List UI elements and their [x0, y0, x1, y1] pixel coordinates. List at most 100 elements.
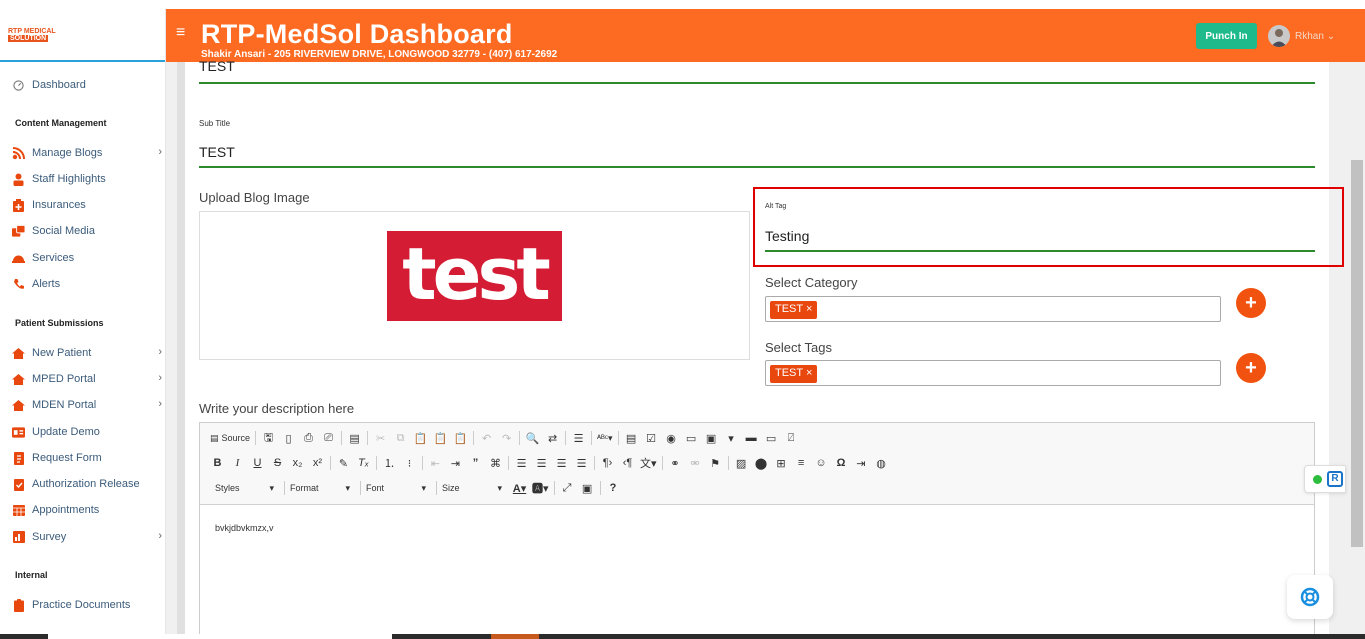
- align-right-icon[interactable]: ☰: [554, 455, 569, 471]
- sidebar-item-new-patient[interactable]: New Patient ›: [12, 344, 164, 362]
- logo-area[interactable]: RTP MEDICAL SOLUTION: [0, 9, 165, 62]
- sidebar-item-insurances[interactable]: Insurances: [12, 196, 164, 214]
- smiley-icon[interactable]: ☺: [814, 455, 829, 471]
- outdent-icon[interactable]: ⇤: [428, 455, 443, 471]
- ltr-icon[interactable]: ¶›: [600, 455, 615, 471]
- avatar[interactable]: [1268, 25, 1290, 47]
- logo[interactable]: RTP MEDICAL SOLUTION: [8, 28, 56, 42]
- blockquote-icon[interactable]: ”: [468, 455, 483, 471]
- size-dropdown[interactable]: Size ▾: [442, 479, 504, 497]
- alt-tag-field[interactable]: Testing: [765, 228, 809, 244]
- page-break-icon[interactable]: ⇥: [854, 455, 869, 471]
- radio-icon[interactable]: ◉: [664, 430, 679, 446]
- maximize-icon[interactable]: ⤢: [560, 480, 575, 496]
- preview-icon[interactable]: ⎙: [301, 430, 316, 446]
- numbered-list-icon[interactable]: ⒈: [382, 455, 397, 471]
- special-char-icon[interactable]: Ω: [834, 455, 849, 471]
- sidebar-item-manage-blogs[interactable]: Manage Blogs ›: [12, 144, 164, 162]
- redo-icon[interactable]: ↷: [499, 430, 514, 446]
- sidebar-item-appointments[interactable]: Appointments: [12, 501, 164, 519]
- category-tag-chip[interactable]: TEST ×: [770, 301, 818, 319]
- bulleted-list-icon[interactable]: ⁝: [402, 455, 417, 471]
- underline-icon[interactable]: U: [250, 455, 265, 471]
- textfield-icon[interactable]: ▭: [684, 430, 699, 446]
- sidebar-item-alerts[interactable]: Alerts: [12, 275, 164, 293]
- strike-icon[interactable]: S: [270, 455, 285, 471]
- sidebar-item-update-demo[interactable]: Update Demo: [12, 423, 164, 441]
- checkbox-icon[interactable]: ☑: [644, 430, 659, 446]
- paste-icon[interactable]: 📋: [413, 430, 428, 446]
- textarea-icon[interactable]: ▣: [704, 430, 719, 446]
- sidebar-item-request-form[interactable]: Request Form: [12, 449, 164, 467]
- save-icon[interactable]: 🖫: [261, 430, 276, 446]
- templates-icon[interactable]: ▤: [347, 430, 362, 446]
- image-icon[interactable]: ▨: [734, 455, 749, 471]
- justify-icon[interactable]: ☰: [574, 455, 589, 471]
- image-upload-area[interactable]: test: [199, 211, 750, 360]
- sidebar-item-services[interactable]: Services: [12, 249, 164, 267]
- format-dropdown[interactable]: Format ▾: [290, 479, 352, 497]
- add-tag-button[interactable]: +: [1236, 353, 1266, 383]
- add-category-button[interactable]: +: [1236, 288, 1266, 318]
- unlink-icon[interactable]: ⚮: [688, 455, 703, 471]
- table-icon[interactable]: ⊞: [774, 455, 789, 471]
- font-dropdown[interactable]: Font ▾: [366, 479, 428, 497]
- flash-icon[interactable]: ⬤: [754, 455, 769, 471]
- hidden-field-icon[interactable]: ⍁: [784, 430, 799, 446]
- sidebar-scrollbar[interactable]: [177, 62, 185, 639]
- print-icon[interactable]: ⎚: [321, 430, 336, 446]
- bold-icon[interactable]: B: [210, 455, 225, 471]
- anchor-icon[interactable]: ⚑: [708, 455, 723, 471]
- hamburger-menu-icon[interactable]: ≡: [176, 24, 185, 42]
- div-icon[interactable]: ⌘: [488, 455, 503, 471]
- source-button[interactable]: ▤ Source: [210, 430, 250, 446]
- styles-dropdown[interactable]: Styles ▾: [210, 479, 276, 497]
- button-field-icon[interactable]: ▬: [744, 430, 759, 446]
- sidebar-item-authorization-release[interactable]: Authorization Release: [12, 475, 164, 493]
- support-button[interactable]: [1287, 575, 1333, 619]
- cut-icon[interactable]: ✂: [373, 430, 388, 446]
- select-all-icon[interactable]: ☰: [571, 430, 586, 446]
- sidebar-item-survey[interactable]: Survey ›: [12, 528, 164, 546]
- tags-tag-chip[interactable]: TEST ×: [770, 365, 818, 383]
- language-icon[interactable]: 文▾: [640, 455, 657, 471]
- floating-status-widget[interactable]: R: [1304, 465, 1346, 493]
- paste-text-icon[interactable]: 📋: [433, 430, 448, 446]
- tags-select[interactable]: TEST ×: [765, 360, 1221, 386]
- copy-icon[interactable]: ⧉: [393, 430, 408, 446]
- text-color-icon[interactable]: A▾: [512, 480, 527, 496]
- subtitle-field[interactable]: TEST: [199, 144, 235, 160]
- bg-color-icon[interactable]: 🅰▾: [532, 480, 549, 496]
- sidebar-item-dashboard[interactable]: Dashboard: [12, 76, 164, 94]
- new-page-icon[interactable]: ▯: [281, 430, 296, 446]
- remove-format-icon[interactable]: Tₓ: [356, 455, 371, 471]
- sidebar-item-social-media[interactable]: Social Media: [12, 222, 164, 240]
- superscript-icon[interactable]: x²: [310, 455, 325, 471]
- title-field[interactable]: TEST: [199, 58, 235, 74]
- align-left-icon[interactable]: ☰: [514, 455, 529, 471]
- paste-word-icon[interactable]: 📋: [453, 430, 468, 446]
- subscript-icon[interactable]: x₂: [290, 455, 305, 471]
- find-icon[interactable]: 🔍: [525, 430, 540, 446]
- replace-icon[interactable]: ⇄: [545, 430, 560, 446]
- sidebar-item-mped-portal[interactable]: MPED Portal ›: [12, 370, 164, 388]
- copy-format-icon[interactable]: ✎: [336, 455, 351, 471]
- editor-content-area[interactable]: bvkjdbvkmzx,v: [215, 523, 274, 533]
- spellcheck-icon[interactable]: ᴬᴮᶜ▾: [597, 430, 613, 446]
- page-scrollbar-thumb[interactable]: [1351, 160, 1363, 547]
- rtl-icon[interactable]: ‹¶: [620, 455, 635, 471]
- category-select[interactable]: TEST ×: [765, 296, 1221, 322]
- punch-in-button[interactable]: Punch In: [1196, 23, 1257, 49]
- image-button-icon[interactable]: ▭: [764, 430, 779, 446]
- show-blocks-icon[interactable]: ▣: [580, 480, 595, 496]
- undo-icon[interactable]: ↶: [479, 430, 494, 446]
- help-icon[interactable]: ?: [606, 480, 621, 496]
- link-icon[interactable]: ⚭: [668, 455, 683, 471]
- sidebar-item-practice-documents[interactable]: Practice Documents: [12, 596, 164, 614]
- form-icon[interactable]: ▤: [624, 430, 639, 446]
- sidebar-item-staff-highlights[interactable]: Staff Highlights: [12, 170, 164, 188]
- italic-icon[interactable]: I: [230, 455, 245, 471]
- user-menu[interactable]: Rkhan ⌄: [1295, 31, 1335, 42]
- indent-icon[interactable]: ⇥: [448, 455, 463, 471]
- sidebar-item-mden-portal[interactable]: MDEN Portal ›: [12, 396, 164, 414]
